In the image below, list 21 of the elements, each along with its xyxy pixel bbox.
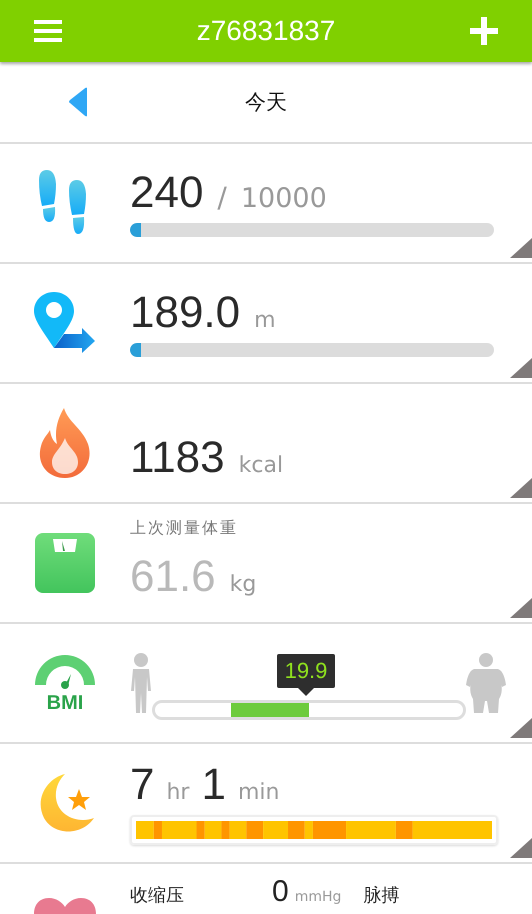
distance-unit: m [254,308,276,333]
slash: / [217,180,227,214]
systolic-unit: mmHg [294,889,342,905]
sleep-hours: 7 [130,760,154,810]
weight-value: 61.6 [130,553,216,602]
hours-unit: hr [166,780,190,805]
calories-unit: kcal [238,452,284,478]
weight-caption: 上次测量体重 [130,518,239,540]
account-title: z76831837 [196,15,336,47]
weight-unit: kg [230,572,256,598]
minutes-unit: min [238,780,280,805]
sleep-minutes: 1 [201,760,226,810]
step-goal: 10000 [240,182,327,214]
systolic-label: 收缩压 [130,884,184,907]
bmi-value-tooltip: 19.9 [276,654,336,696]
calories-value: 1183 [130,434,225,482]
systolic-value: 0 [272,875,289,909]
pulse-label: 脉搏 [363,884,400,907]
step-count: 240 [130,168,204,218]
distance-value: 189.0 [130,288,240,338]
date-label: 今天 [245,89,287,116]
